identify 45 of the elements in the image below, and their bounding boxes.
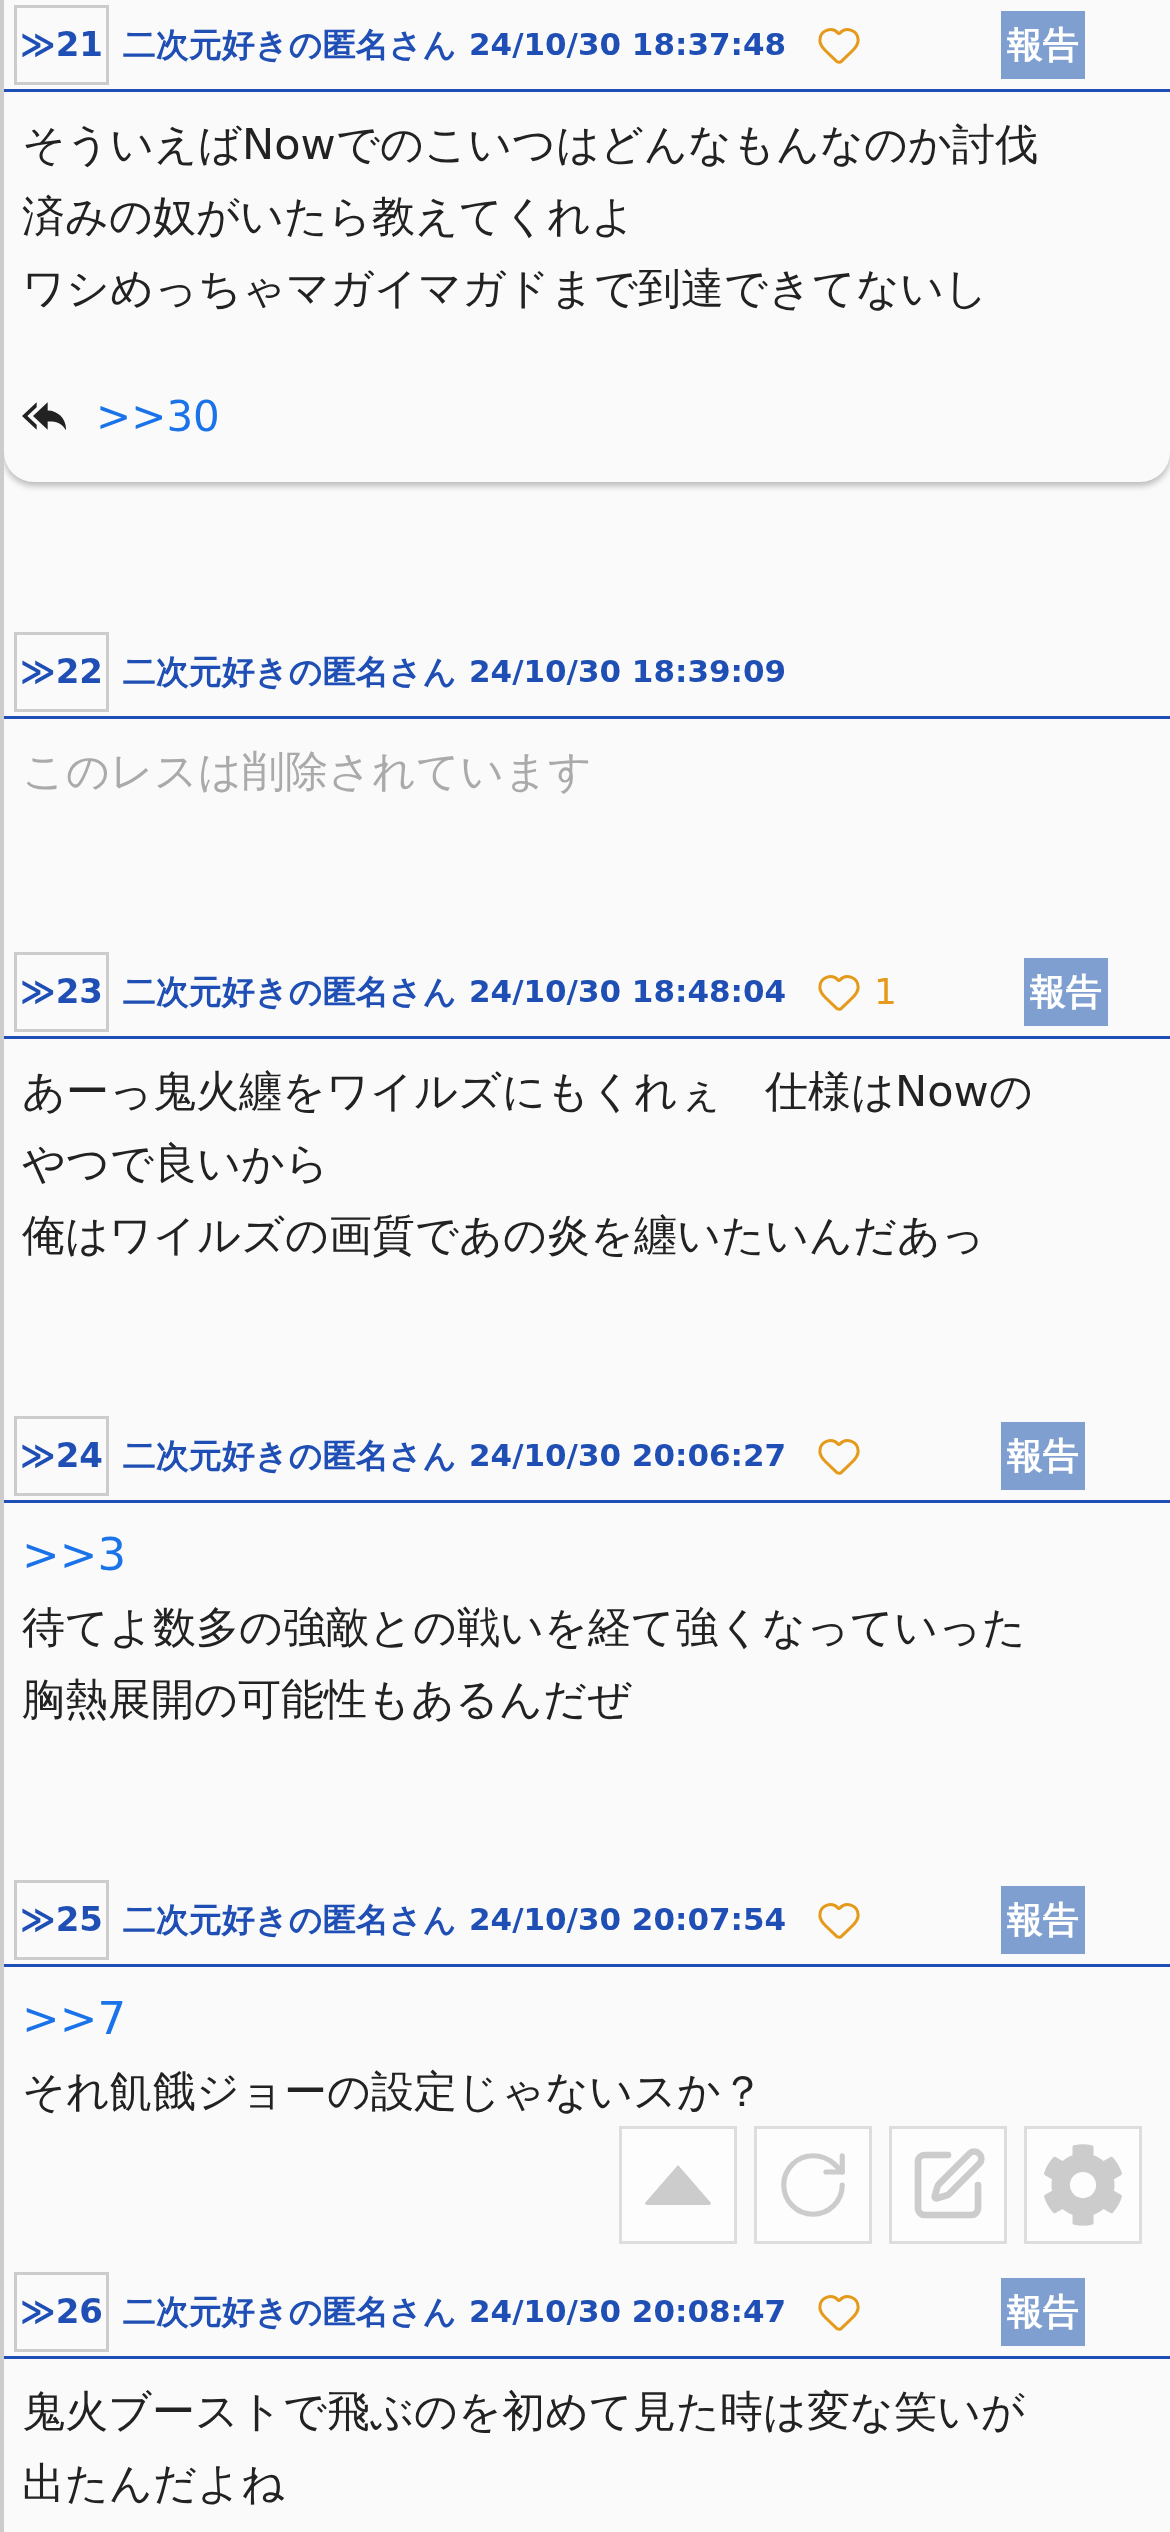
post-text-line: ワシめっちゃマガイマガドまで到達できてないし	[22, 262, 989, 315]
poster-name: 二次元好きの匿名さん	[123, 650, 457, 693]
post-text-line: やつで良いから	[22, 1137, 330, 1190]
post-text-line: 俺はワイルズの画質であの炎を纏いたいんだあっ	[22, 1209, 986, 1262]
poster-name: 二次元好きの匿名さん	[123, 2290, 457, 2333]
poster-name: 二次元好きの匿名さん	[123, 1434, 457, 1477]
report-button[interactable]: 報告	[1001, 2277, 1085, 2346]
reply-link[interactable]: >>30	[96, 384, 220, 448]
post-date: 24/10/30 20:06:27	[469, 1436, 787, 1476]
report-button[interactable]: 報告	[1024, 957, 1108, 1026]
report-button[interactable]: 報告	[1001, 1885, 1085, 1954]
poster-name: 二次元好きの匿名さん	[123, 970, 457, 1013]
poster-name: 二次元好きの匿名さん	[123, 1898, 457, 1941]
post-date: 24/10/30 20:07:54	[469, 1900, 787, 1940]
post-number[interactable]: ≫21	[14, 4, 109, 85]
post-text-line: 済みの奴がいたら教えてくれよ	[22, 190, 636, 243]
post-number[interactable]: ≫24	[14, 1415, 109, 1496]
scroll-top-button[interactable]	[619, 2126, 737, 2244]
post-text-line: 出たんだよね	[22, 2457, 286, 2510]
post-text-line: 鬼火ブーストで飛ぶのを初めて見た時は変な笑いが	[22, 2385, 1026, 2438]
settings-button[interactable]	[1024, 2126, 1142, 2244]
write-button[interactable]	[889, 2126, 1007, 2244]
settings-icon	[1041, 2143, 1125, 2227]
report-button[interactable]: 報告	[1001, 10, 1085, 79]
reply-anchor-link[interactable]: >>7	[22, 1983, 1152, 2055]
post-text-line: あーっ鬼火纏をワイルズにもくれぇ 仕様はNowの	[22, 1065, 1034, 1118]
post-number[interactable]: ≫26	[14, 2271, 109, 2352]
poster-name: 二次元好きの匿名さん	[123, 23, 457, 66]
post-number[interactable]: ≫25	[14, 1879, 109, 1960]
post-text-line: 胸熱展開の可能性もあるんだぜ	[22, 1673, 633, 1726]
post-number[interactable]: ≫23	[14, 951, 109, 1032]
report-button[interactable]: 報告	[1001, 1421, 1085, 1490]
post-date: 24/10/30 18:48:04	[469, 972, 787, 1012]
like-count: 1	[874, 969, 897, 1014]
post-text-line: 待てよ数多の強敵との戦いを経て強くなっていった	[22, 1601, 1027, 1654]
post-text-line: そういえばNowでのこいつはどんなもんなのか討伐	[22, 118, 1039, 171]
deleted-message: このレスは削除されています	[22, 745, 593, 798]
post-date: 24/10/30 18:37:48	[469, 25, 787, 65]
reply-anchor-link[interactable]: >>3	[22, 1519, 1152, 1591]
post-date: 24/10/30 18:39:09	[469, 652, 787, 692]
post-date: 24/10/30 20:08:47	[469, 2292, 787, 2332]
up-triangle-icon	[643, 2163, 713, 2207]
post-number[interactable]: ≫22	[14, 631, 109, 712]
post-text-line: それ飢餓ジョーの設定じゃないスか？	[22, 2065, 765, 2118]
reload-button[interactable]	[754, 2126, 872, 2244]
